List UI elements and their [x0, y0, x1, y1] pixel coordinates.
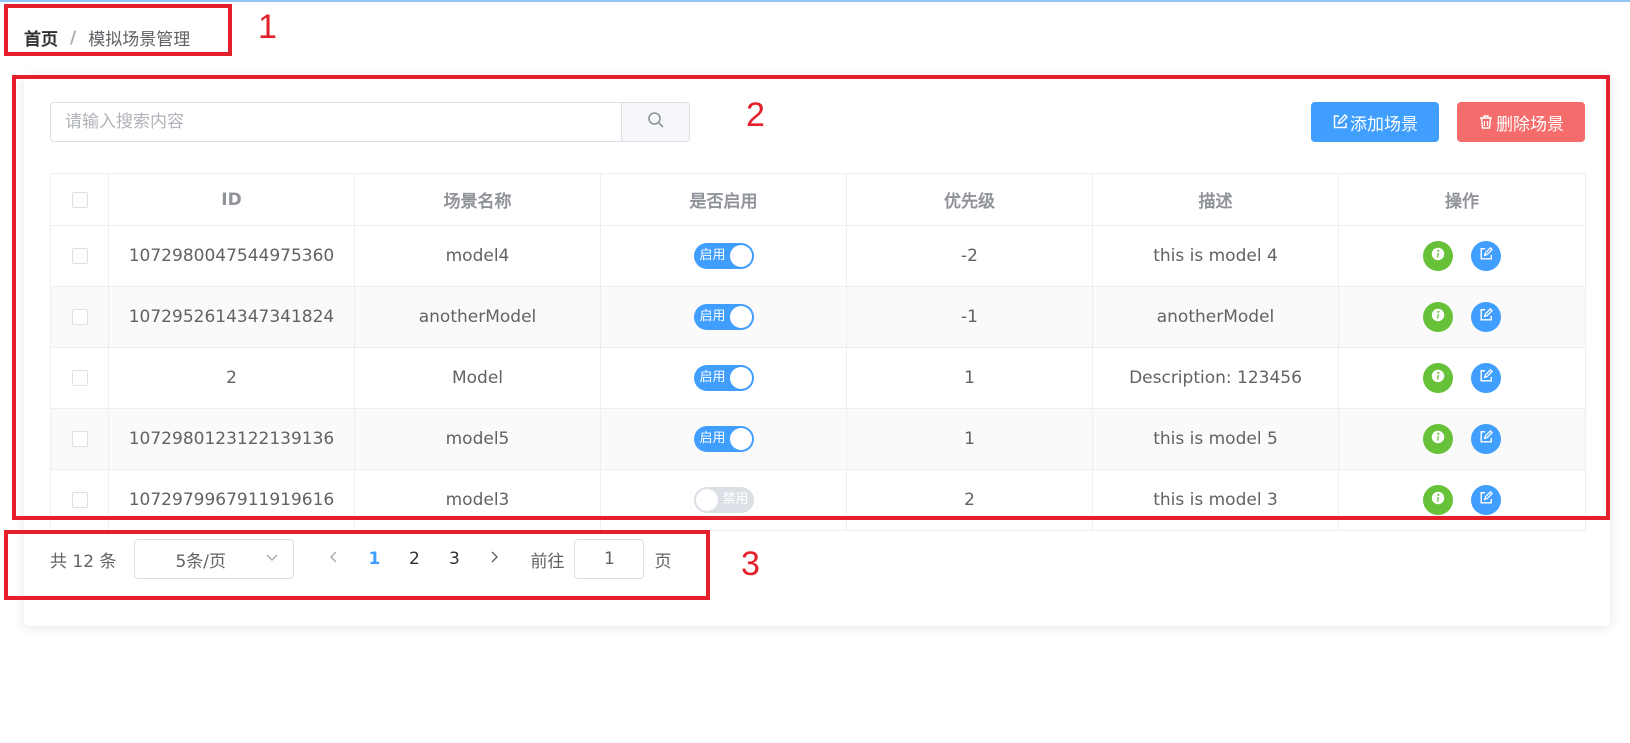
annotation-box-breadcrumb: [4, 4, 232, 56]
annotation-label: 3: [741, 545, 760, 583]
top-accent-line: [0, 0, 1630, 2]
annotation-label: 1: [258, 8, 277, 46]
annotation-label: 2: [746, 96, 765, 134]
annotation-box-table: [12, 75, 1610, 520]
annotation-box-pagination: [4, 530, 710, 600]
